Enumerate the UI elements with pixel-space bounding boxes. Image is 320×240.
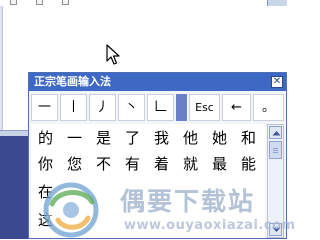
close-icon[interactable]: ✕ <box>271 76 283 88</box>
stroke-key-left-falling[interactable]: 丿 <box>89 94 116 121</box>
candidate-char[interactable]: 这 <box>31 208 60 233</box>
candidate-grid: 的 一 是 了 我 他 她 和 你 您 不 有 着 就 最 能 在 这 <box>31 124 265 238</box>
ime-window: 正宗笔画输入法 ✕ 一 丨 丿 丶 𠃊 Esc ← 。 的 一 是 了 我 他 … <box>28 72 287 239</box>
candidate-char[interactable]: 是 <box>89 126 118 151</box>
candidate-char[interactable]: 就 <box>176 152 205 177</box>
stroke-key-turning[interactable]: 𠃊 <box>147 94 174 121</box>
candidate-char[interactable]: 我 <box>147 126 176 151</box>
ime-title: 正宗笔画输入法 <box>34 75 111 88</box>
top-edge <box>0 0 287 6</box>
stroke-key-dot[interactable]: 丶 <box>118 94 145 121</box>
candidate-scrollbar[interactable] <box>267 124 284 238</box>
ime-title-bar[interactable]: 正宗笔画输入法 ✕ <box>29 73 286 91</box>
stroke-key-row: 一 丨 丿 丶 𠃊 Esc ← 。 <box>31 94 284 121</box>
candidate-char[interactable]: 不 <box>89 152 118 177</box>
esc-button[interactable]: Esc <box>189 94 220 121</box>
candidate-char[interactable]: 有 <box>118 152 147 177</box>
stroke-key-horizontal[interactable]: 一 <box>31 94 58 121</box>
mouse-pointer-icon <box>106 44 122 66</box>
stroke-row-separator <box>176 94 187 121</box>
candidate-char[interactable]: 能 <box>234 152 263 177</box>
candidate-char[interactable]: 他 <box>176 126 205 151</box>
candidate-char[interactable]: 您 <box>60 152 89 177</box>
candidate-char[interactable]: 最 <box>205 152 234 177</box>
arrow-up-icon[interactable] <box>269 126 282 139</box>
arrow-down-icon[interactable] <box>269 223 282 236</box>
candidate-char[interactable]: 你 <box>31 152 60 177</box>
top-scroll-edge[interactable] <box>267 0 287 6</box>
ruler-tick <box>36 0 43 5</box>
candidate-char[interactable]: 她 <box>205 126 234 151</box>
backspace-button[interactable]: ← <box>222 94 251 121</box>
period-button[interactable]: 。 <box>253 94 284 121</box>
scrollbar-thumb[interactable] <box>269 141 282 159</box>
candidate-char[interactable]: 了 <box>118 126 147 151</box>
candidate-char[interactable]: 一 <box>60 126 89 151</box>
candidate-char[interactable]: 和 <box>234 126 263 151</box>
ruler-tick <box>10 0 17 5</box>
stroke-key-vertical[interactable]: 丨 <box>60 94 87 121</box>
ruler-tick <box>62 0 69 5</box>
document-left-edge <box>0 0 3 134</box>
candidate-char[interactable]: 在 <box>31 180 60 205</box>
desktop-background <box>0 136 30 239</box>
candidate-char[interactable]: 着 <box>147 152 176 177</box>
candidate-char[interactable]: 的 <box>31 126 60 151</box>
